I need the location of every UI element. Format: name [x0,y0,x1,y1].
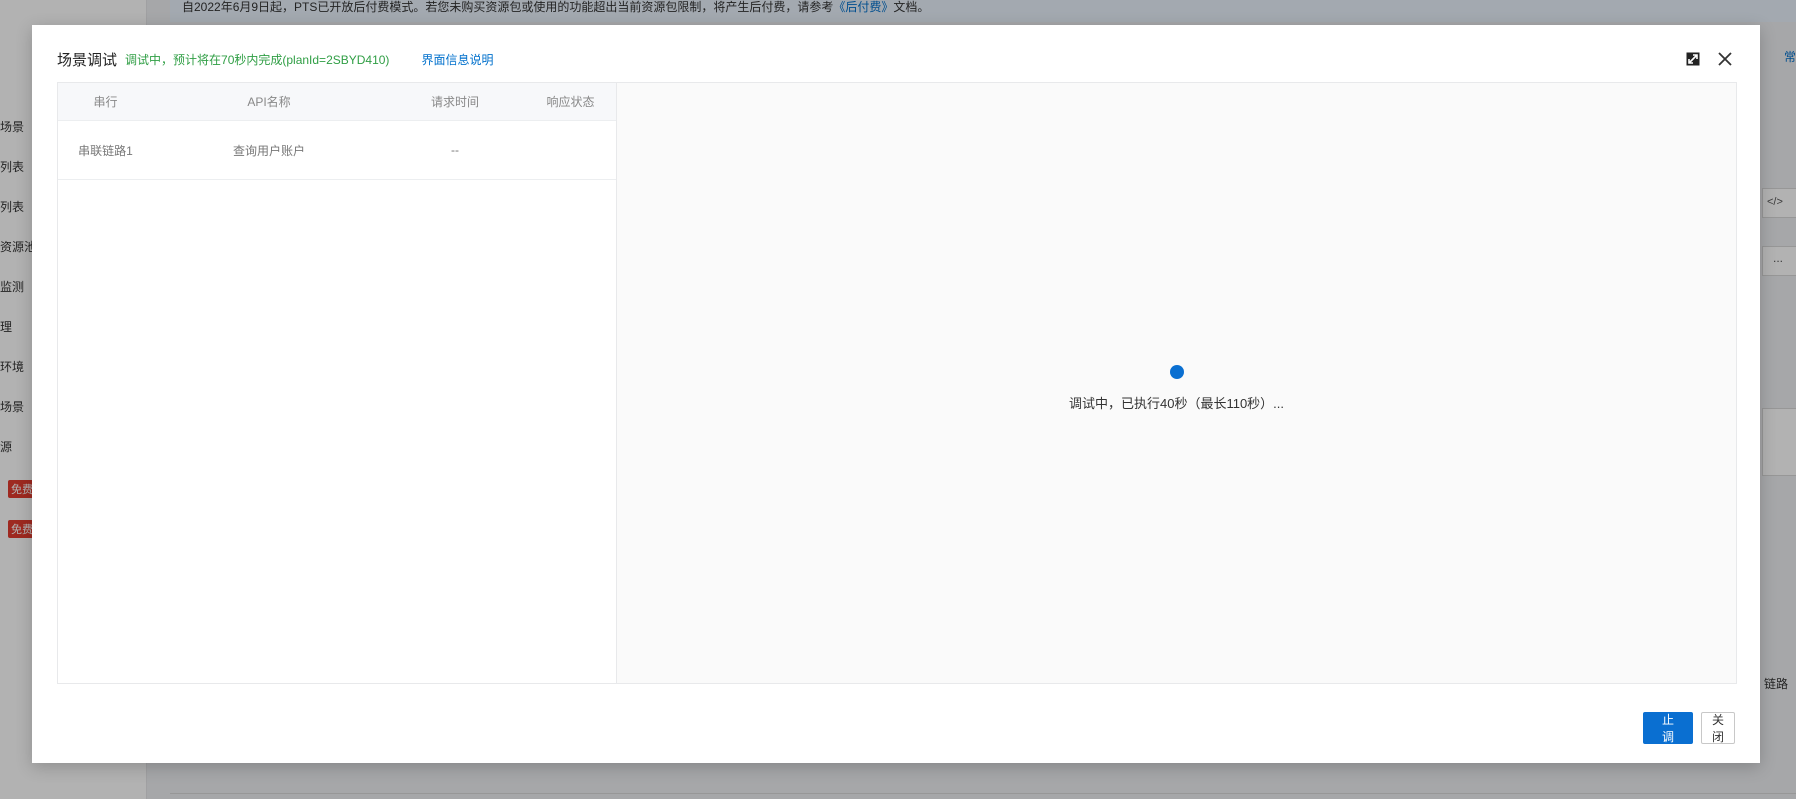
loading-spinner-icon [1169,365,1184,379]
column-header-request-time: 请求时间 [430,95,479,109]
column-header-serial: 串行 [93,95,118,109]
dialog-title: 场景调试 [57,51,118,69]
api-table: 串行 API名称 请求时间 响应状态 串联链路1 查询用户账户 -- [58,83,617,683]
interface-info-link[interactable]: 界面信息说明 [421,51,493,68]
cell-api-name: 查询用户账户 [232,143,305,158]
dialog-header: 场景调试 调试中，预计将在70秒内完成(planId=2SBYD410) 界面信… [57,45,1735,73]
cell-serial: 串联链路1 [78,143,133,158]
dialog-body: 串行 API名称 请求时间 响应状态 串联链路1 查询用户账户 -- 调试中，已… [57,82,1737,684]
table-header: 串行 API名称 请求时间 响应状态 [58,83,616,121]
loading-indicator: 调试中，已执行40秒（最长110秒）... [617,365,1736,412]
dialog-footer: 停止调试 关闭 [1643,696,1735,761]
debug-result-pane: 调试中，已执行40秒（最长110秒）... [617,83,1736,683]
dialog-tools [1683,49,1735,69]
close-button[interactable]: 关闭 [1701,712,1735,744]
table-row[interactable]: 串联链路1 查询用户账户 -- [58,121,616,180]
column-header-response-status: 响应状态 [546,95,595,109]
close-icon[interactable] [1715,49,1735,69]
column-header-api-name: API名称 [247,95,291,109]
loading-text: 调试中，已执行40秒（最长110秒）... [1068,396,1285,411]
stop-debug-button[interactable]: 停止调试 [1643,696,1693,761]
maximize-icon[interactable] [1683,49,1703,69]
debug-dialog: 场景调试 调试中，预计将在70秒内完成(planId=2SBYD410) 界面信… [32,25,1760,763]
cell-request-time: -- [451,143,459,157]
debug-status-text: 调试中，预计将在70秒内完成(planId=2SBYD410) [125,52,390,67]
